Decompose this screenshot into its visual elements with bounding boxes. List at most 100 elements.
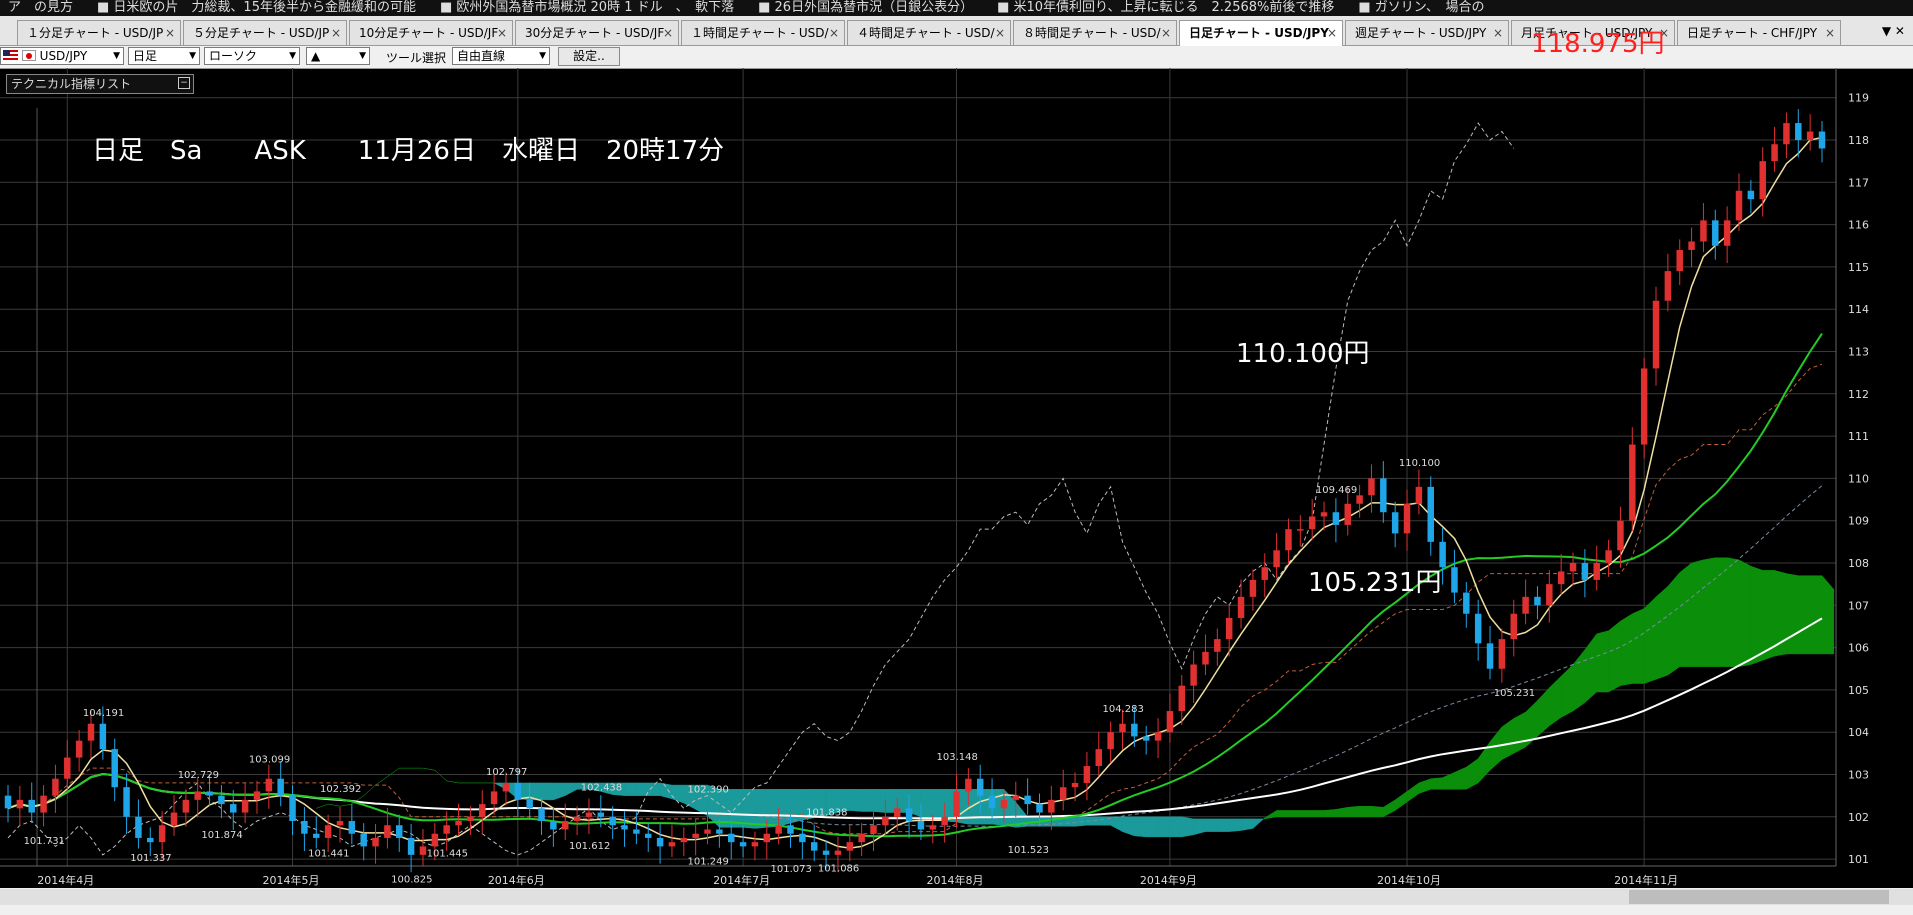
candle-body [1178, 685, 1186, 712]
ichimoku-cloud-segment [1703, 557, 1716, 667]
high-price-annotation: 110.100円 [1236, 339, 1370, 369]
ichimoku-cloud-segment [1383, 799, 1396, 818]
chart-tab[interactable]: 週足チャート - USD/JPY × [1345, 20, 1509, 45]
candle-body [28, 799, 35, 813]
ichimoku-cloud-segment [434, 770, 447, 782]
y-tick-label: 119 [1848, 92, 1869, 105]
candle-body [763, 833, 771, 843]
tab-controls[interactable]: ▼ ✕ [1882, 24, 1905, 38]
y-tick-label: 118 [1848, 134, 1869, 147]
candle-body [656, 837, 664, 847]
chart-tab[interactable]: ５分足チャート - USD/JP × [183, 20, 347, 45]
candle-body [621, 825, 628, 830]
candle-body [1818, 131, 1826, 149]
close-icon[interactable]: × [995, 21, 1005, 45]
chart-type-select[interactable]: ローソク ▼ [204, 47, 300, 65]
price-label: 102.390 [688, 784, 729, 795]
ichimoku-cloud-segment [564, 782, 578, 797]
indicator-list-button[interactable]: テクニカル指標リスト − [6, 74, 194, 94]
y-tick-label: 117 [1848, 176, 1869, 189]
tool-select-label: ツール選択 [386, 51, 447, 65]
candle-body [1107, 732, 1114, 750]
candle-body [194, 791, 201, 800]
candle-body [727, 833, 735, 843]
candle-body [1783, 123, 1790, 145]
us-flag-icon [3, 50, 18, 61]
price-label: 101.073 [771, 864, 812, 875]
candle-body [1605, 550, 1612, 563]
settings-button[interactable]: 設定.. [558, 47, 620, 66]
x-tick-label: 2014年9月 [1140, 873, 1197, 887]
drawing-tool-select[interactable]: 自由直線 ▼ [452, 47, 550, 65]
candle-body [1320, 512, 1328, 517]
scrollbar-thumb[interactable] [1629, 890, 1889, 904]
ichimoku-cloud-segment [1620, 613, 1633, 686]
chart-tab[interactable]: 日足チャート - USD/JPY × [1179, 20, 1343, 46]
horizontal-scrollbar[interactable] [0, 889, 1913, 905]
close-icon[interactable]: × [165, 21, 175, 45]
candle-body [1557, 571, 1565, 585]
ichimoku-cloud-segment [1489, 726, 1503, 771]
candle-body [407, 837, 415, 855]
ichimoku-cloud-segment [1430, 777, 1443, 790]
ichimoku-cloud-segment [849, 789, 862, 812]
price-label: 104.283 [1102, 704, 1143, 715]
candle-body [810, 842, 818, 851]
candle-body [1451, 567, 1458, 593]
chart-tab[interactable]: １分足チャート - USD/JP × [17, 20, 181, 45]
chevron-down-icon: ▼ [539, 51, 546, 61]
candle-body [1498, 639, 1506, 669]
ichimoku-cloud-segment [1632, 608, 1645, 684]
candle-body [644, 833, 652, 838]
candle-body [1617, 520, 1624, 551]
chevron-down-icon: ▼ [189, 51, 196, 61]
close-icon[interactable]: × [829, 21, 839, 45]
ichimoku-cloud-segment [339, 803, 352, 807]
ichimoku-cloud-segment [1667, 571, 1680, 676]
chart-area[interactable]: 101 102 103 104 105 106 107 108 109 110 111 112 113 1… [0, 68, 1913, 888]
close-icon[interactable]: × [663, 21, 673, 45]
candle-body [1534, 596, 1541, 606]
ticker-item[interactable]: ア の見方 [8, 1, 73, 15]
close-icon[interactable]: × [1825, 21, 1835, 45]
close-icon[interactable]: × [1161, 21, 1171, 45]
period-select[interactable]: 日足 ▼ [128, 47, 200, 65]
candle-body [16, 799, 24, 809]
candle-body [1640, 368, 1648, 445]
chart-tab[interactable]: １時間足チャート - USD/× [681, 20, 845, 45]
chart-tab[interactable]: 日足チャート - CHF/JPY × [1677, 20, 1841, 45]
candle-body [419, 846, 427, 855]
ticker-item[interactable]: ■ 欧州外国為替市場概況 20時 1 ドル 、 軟下落 [440, 1, 734, 15]
news-ticker[interactable]: ア の見方 ■ 日米欧の片 力総裁、15年後半から金融緩和の可能 ■ 欧州外国為替市… [0, 0, 1913, 16]
chart-tab[interactable]: ４時間足チャート - USD/× [847, 20, 1011, 45]
close-icon[interactable]: × [497, 21, 507, 45]
candle-body [1356, 495, 1363, 504]
chart-tab[interactable]: ８時間足チャート - USD/× [1013, 20, 1177, 45]
candle-body [1059, 787, 1067, 800]
chart-type-value: ローソク [209, 49, 258, 63]
candle-body [502, 782, 510, 792]
candle-body [99, 723, 107, 750]
ichimoku-cloud-segment [541, 782, 554, 801]
ichimoku-cloud-segment [1608, 620, 1621, 693]
ichimoku-cloud-segment [932, 789, 945, 822]
ticker-item[interactable]: ■ 26日外国為替市況（日銀公表分） [758, 1, 973, 15]
ticker-item[interactable]: ■ 米10年債利回り、上昇に転じる 2.2568%前後で推移 [997, 1, 1334, 15]
candle-body [1214, 639, 1221, 652]
price-label: 101.612 [569, 841, 610, 852]
chart-tab[interactable]: 30分足チャート - USD/JF × [515, 20, 679, 45]
period-value: 日足 [133, 49, 158, 63]
candle-body [1664, 271, 1672, 301]
close-icon[interactable]: × [1493, 21, 1503, 45]
close-icon[interactable]: × [331, 21, 341, 45]
ticker-item[interactable]: ■ 日米欧の片 力総裁、15年後半から金融緩和の可能 [97, 1, 416, 15]
currency-pair-select[interactable]: USD/JPY ▼ [0, 47, 124, 65]
candle-body [1593, 562, 1600, 580]
ticker-item[interactable]: ■ ガソリン、 場合の [1358, 1, 1484, 15]
price-chart[interactable]: 101 102 103 104 105 106 107 108 109 110 111 112 113 1… [0, 68, 1913, 888]
chart-tab[interactable]: 10分足チャート - USD/JF × [349, 20, 513, 45]
close-icon[interactable]: × [1327, 21, 1337, 45]
chart-style-select[interactable]: ▲ ▼ [306, 47, 370, 65]
candle-body [111, 749, 118, 788]
x-tick-label: 2014年8月 [926, 873, 983, 887]
